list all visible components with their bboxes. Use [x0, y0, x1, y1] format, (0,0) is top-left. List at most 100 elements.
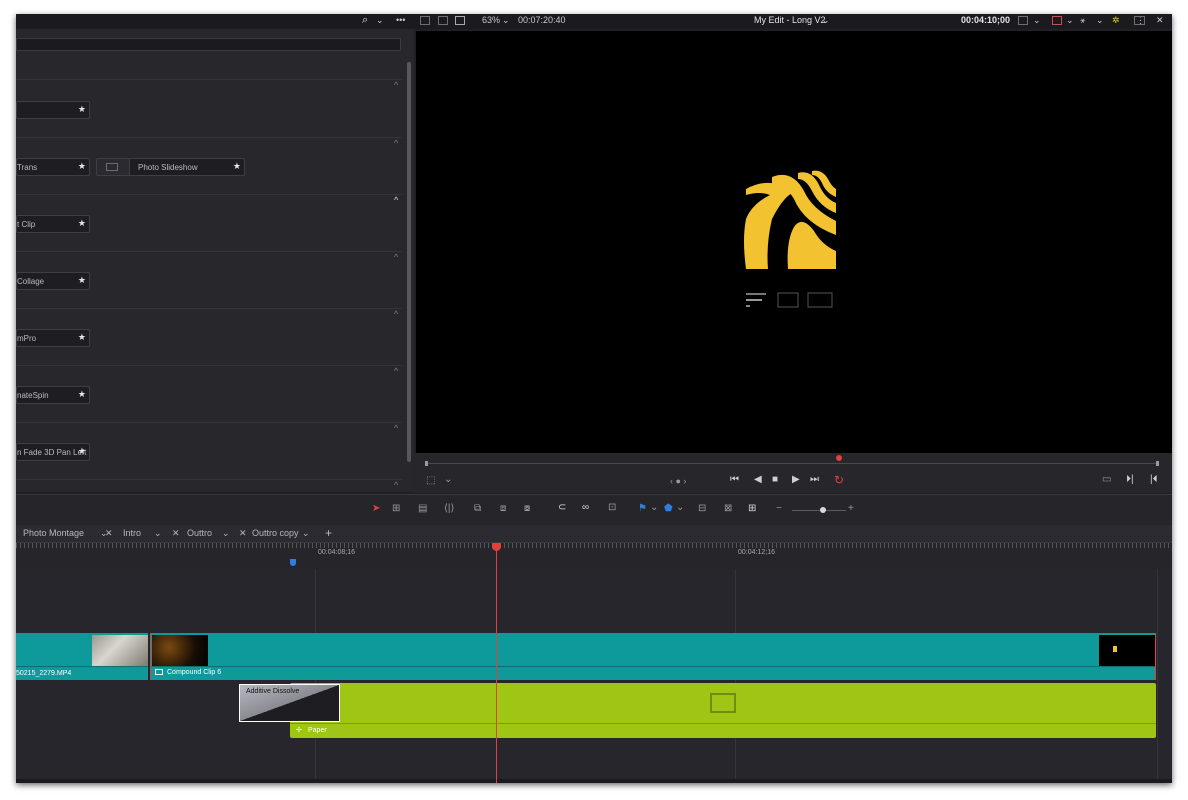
overwrite-clip-icon[interactable]: ⧈ [500, 503, 506, 514]
blade-tool-icon[interactable]: ⟨|⟩ [444, 503, 454, 514]
clip-nav[interactable]: ‹ ● › [670, 476, 686, 486]
viewer-size-chevron-icon[interactable]: ⌄ [1033, 15, 1041, 26]
zoom-slider-handle[interactable] [820, 507, 826, 513]
trim-tool-icon[interactable]: ⊞ [392, 503, 400, 514]
tab-outtro[interactable]: Outtro [187, 528, 212, 538]
dynamic-trim-icon[interactable]: ▤ [418, 503, 427, 514]
close-icon[interactable]: ✕ [172, 528, 180, 539]
overlay-icon[interactable]: ⚹ [1080, 15, 1085, 26]
viewer-mode-icon-2[interactable] [438, 16, 448, 25]
last-frame-icon[interactable]: |⏴ [1150, 474, 1158, 485]
layout-icon[interactable] [1134, 16, 1145, 25]
selection-tool-icon[interactable]: ➤ [372, 503, 380, 514]
viewer-mode-icon-3[interactable] [455, 16, 465, 25]
search-input[interactable] [16, 38, 401, 51]
tab-outtro-copy[interactable]: Outtro copy [252, 528, 299, 538]
marker-icon[interactable]: ⬟ [664, 503, 673, 514]
viewer-scrubber[interactable] [426, 463, 1158, 464]
collapse-icon[interactable]: ^ [394, 139, 402, 148]
effect-item[interactable]: n Fade 3D Pan Left ★ [16, 443, 90, 461]
zoom-detail-icon[interactable]: ⊠ [724, 503, 732, 514]
clip-color-chevron-icon[interactable]: ⌄ [1066, 15, 1074, 26]
scrubber-playhead[interactable] [836, 455, 842, 461]
viewer-mode-icon-1[interactable] [420, 16, 430, 25]
more-options-icon[interactable]: ••• [396, 15, 405, 25]
effect-item[interactable]: nateSpin ★ [16, 386, 90, 404]
next-edit-icon[interactable]: ⏵| [1126, 474, 1134, 485]
timeline-ruler[interactable]: 00:04:08;16 00:04:12;16 [16, 543, 1172, 569]
tab-intro[interactable]: Intro [123, 528, 141, 538]
snapping-icon[interactable]: ⊂ [558, 502, 566, 513]
scrubber-end-handle[interactable] [1156, 461, 1159, 466]
zoom-level[interactable]: 63% [482, 15, 500, 25]
collapse-icon[interactable]: ^ [394, 310, 402, 319]
loop-icon[interactable]: ↻ [834, 473, 844, 487]
add-tab-icon[interactable]: + [325, 526, 332, 540]
collapse-icon[interactable]: ^ [394, 253, 402, 262]
search-icon[interactable]: ⌕ [362, 14, 368, 27]
zoom-chevron-icon[interactable]: ⌄ [502, 15, 510, 26]
marker-chevron-icon[interactable]: ⌄ [676, 502, 684, 513]
compound-clip[interactable]: Compound Clip 6 [150, 633, 1156, 680]
star-icon[interactable]: ★ [78, 446, 86, 457]
generator-clip[interactable]: ✢ Paper [290, 683, 1156, 738]
scrollbar[interactable] [407, 62, 411, 462]
timeline-title-chevron-icon[interactable]: ⌄ [822, 15, 830, 26]
linked-selection-icon[interactable]: ∞ [582, 502, 589, 513]
clip-color-icon[interactable] [1052, 16, 1062, 25]
tab-photo-montage[interactable]: Photo Montage [23, 528, 84, 538]
play-icon[interactable]: ▶ [792, 474, 800, 485]
star-icon[interactable]: ★ [78, 275, 86, 286]
flag-chevron-icon[interactable]: ⌄ [650, 502, 658, 513]
close-icon[interactable]: ✕ [105, 528, 113, 539]
tab-chevron-icon[interactable]: ⌄ [302, 528, 310, 539]
replace-clip-icon[interactable]: ⧇ [524, 503, 530, 514]
playhead[interactable] [496, 543, 497, 783]
zoom-in-icon[interactable]: + [848, 503, 854, 514]
viewer-size-icon[interactable] [1018, 16, 1028, 25]
close-icon[interactable]: ✕ [239, 528, 247, 539]
effect-item[interactable]: ★ [16, 101, 90, 119]
effect-item[interactable]: Collage ★ [16, 272, 90, 290]
star-icon[interactable]: ★ [78, 161, 86, 172]
stop-icon[interactable]: ■ [772, 474, 778, 485]
chevron-down-icon[interactable]: ⌄ [376, 15, 384, 26]
position-lock-icon[interactable]: ⊡ [608, 502, 616, 513]
collapse-icon[interactable]: ^ [394, 196, 402, 205]
collapse-icon[interactable]: ^ [394, 81, 402, 90]
go-to-start-icon[interactable]: ⏮ [730, 474, 739, 485]
collapse-icon[interactable]: ^ [394, 367, 402, 376]
zoom-out-icon[interactable]: − [776, 503, 782, 514]
effect-item-photo-slideshow[interactable]: Photo Slideshow ★ [96, 158, 245, 176]
transition-clip[interactable]: Additive Dissolve [239, 684, 340, 722]
transform-chevron-icon[interactable]: ⌄ [444, 474, 452, 485]
viewer[interactable] [416, 31, 1172, 453]
overlay-chevron-icon[interactable]: ⌄ [1096, 15, 1104, 26]
star-icon[interactable]: ★ [233, 161, 241, 172]
timeline-title[interactable]: My Edit - Long V2 [754, 15, 826, 25]
scrubber-start-handle[interactable] [425, 461, 428, 466]
video-clip[interactable]: 50215_2279.MP4 [16, 633, 148, 680]
flag-icon[interactable]: ⚑ [638, 503, 647, 514]
star-icon[interactable]: ★ [78, 332, 86, 343]
play-reverse-icon[interactable]: ◀ [754, 474, 762, 485]
transform-icon[interactable]: ⬚ [426, 475, 435, 486]
collapse-icon[interactable]: ^ [394, 481, 402, 490]
collapse-icon[interactable]: ^ [394, 424, 402, 433]
color-picker-icon[interactable]: ✲ [1112, 15, 1120, 26]
effect-item[interactable]: Trans ★ [16, 158, 90, 176]
zoom-custom-icon[interactable]: ⊞ [748, 503, 756, 514]
marker-icon[interactable] [290, 559, 296, 566]
effect-item[interactable]: t Clip ★ [16, 215, 90, 233]
star-icon[interactable]: ★ [78, 218, 86, 229]
zoom-slider-track[interactable] [792, 510, 846, 511]
star-icon[interactable]: ★ [78, 104, 86, 115]
zoom-full-icon[interactable]: ⊟ [698, 503, 706, 514]
tab-chevron-icon[interactable]: ⌄ [154, 528, 162, 539]
go-to-end-icon[interactable]: ⏭ [810, 474, 819, 485]
insert-clip-icon[interactable]: ⧉ [474, 503, 481, 514]
effect-item[interactable]: mPro ★ [16, 329, 90, 347]
tab-chevron-icon[interactable]: ⌄ [222, 528, 230, 539]
star-icon[interactable]: ★ [78, 389, 86, 400]
match-frame-icon[interactable]: ▭ [1102, 474, 1111, 485]
